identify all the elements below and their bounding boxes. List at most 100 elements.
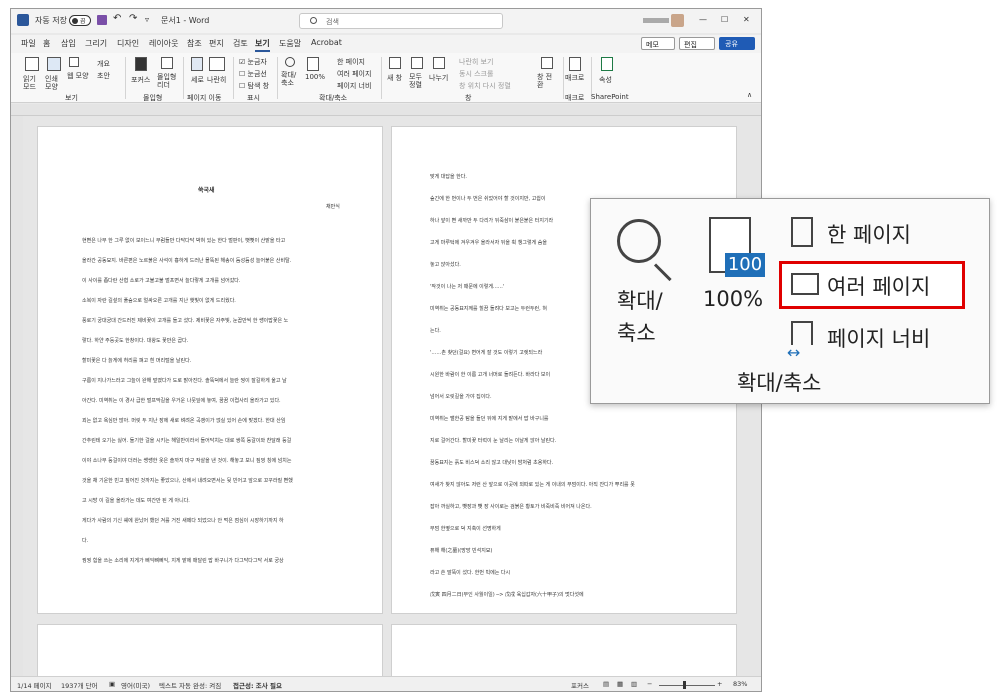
tab-help[interactable]: 도움말	[279, 38, 301, 49]
focus-button[interactable]: 포커스	[571, 680, 589, 690]
new-window-label[interactable]: 새 창	[387, 73, 402, 83]
accessibility[interactable]: 접근성: 조사 필요	[233, 680, 282, 690]
share-button[interactable]: 공유	[719, 37, 755, 50]
tab-review[interactable]: 검토	[233, 38, 248, 49]
zoom-slider[interactable]	[659, 685, 715, 686]
reader-label[interactable]: 몰입형 리더	[157, 73, 181, 89]
tab-view[interactable]: 보기	[255, 38, 270, 52]
tab-insert[interactable]: 삽입	[61, 38, 76, 49]
focus-icon[interactable]	[135, 57, 147, 71]
tab-references[interactable]: 참조	[187, 38, 202, 49]
divider	[277, 57, 278, 99]
tab-layout[interactable]: 레이아웃	[149, 38, 178, 49]
arrange-label[interactable]: 모두 정렬	[409, 73, 427, 89]
one-page-icon[interactable]	[791, 217, 813, 247]
side-by-side-button[interactable]: 나란히 보기	[459, 57, 493, 67]
vertical-icon[interactable]	[191, 57, 203, 71]
macro-label[interactable]: 매크로	[565, 73, 584, 83]
tab-acrobat[interactable]: Acrobat	[311, 38, 342, 47]
side-icon[interactable]	[209, 57, 225, 71]
macro-icon[interactable]	[569, 57, 581, 71]
tab-mailings[interactable]: 편지	[209, 38, 224, 49]
maximize-icon[interactable]: ☐	[721, 15, 728, 24]
multi-page-label[interactable]: 여러 페이지	[827, 271, 930, 301]
edit-button[interactable]: 편집	[679, 37, 715, 50]
page-4[interactable]	[391, 624, 737, 676]
multi-page-icon[interactable]	[791, 273, 819, 295]
read-mode-icon[interactable]	[25, 57, 39, 71]
page-3[interactable]	[37, 624, 383, 676]
switch-window-label[interactable]: 창 전환	[537, 73, 557, 89]
doc-line: 미역취는 밸한공 탐을 들던 뒤에 지게 밭에서 밥 바구니를	[430, 416, 549, 422]
pct-label[interactable]: 100%	[703, 287, 763, 311]
print-layout-icon[interactable]	[47, 57, 61, 71]
sync-scroll-button[interactable]: 동시 스크롤	[459, 69, 493, 79]
pct-badge: 100	[725, 253, 765, 277]
gridlines-checkbox[interactable]: ☐ 눈금선	[239, 69, 267, 79]
reader-icon[interactable]	[161, 57, 173, 69]
pct-icon[interactable]	[307, 57, 319, 71]
redo-icon[interactable]: ↷	[129, 13, 137, 24]
sharepoint-icon[interactable]	[601, 57, 613, 71]
proofing-icon[interactable]: ▣	[109, 680, 115, 688]
autosave-toggle[interactable]: 끔	[69, 15, 91, 26]
close-icon[interactable]: ✕	[743, 15, 750, 24]
draft-button[interactable]: 초안	[97, 71, 110, 81]
zoom-percent[interactable]: 83%	[733, 680, 747, 688]
zoom-group-callout-label: 확대/축소	[737, 371, 822, 395]
one-page-button[interactable]: 한 페이지	[337, 57, 365, 67]
zoom-in-icon[interactable]: +	[717, 680, 722, 688]
web-layout-status-icon[interactable]: ▥	[631, 680, 637, 688]
properties-label[interactable]: 속성	[599, 75, 612, 85]
undo-icon[interactable]: ↶	[113, 13, 121, 24]
language[interactable]: 영어(미국)	[121, 680, 150, 690]
print-layout-label[interactable]: 인쇄 모양	[45, 75, 63, 91]
collapse-ribbon-icon[interactable]: ∧	[747, 91, 752, 99]
one-page-label[interactable]: 한 페이지	[827, 219, 911, 249]
page-width-button[interactable]: 페이지 너비	[337, 81, 371, 91]
read-mode-status-icon[interactable]: ▤	[603, 680, 609, 688]
switch-window-icon[interactable]	[541, 57, 553, 69]
text-predictions[interactable]: 텍스트 자동 완성: 켜짐	[159, 680, 221, 690]
zoom-slider-thumb[interactable]	[683, 681, 686, 689]
focus-label[interactable]: 포커스	[131, 75, 150, 85]
magnifier-icon[interactable]	[617, 219, 661, 263]
doc-line: 게다가 사람의 기신 쉐에 완났어 했던 겨를 거진 새떼다 되었으나 안 먹은…	[82, 518, 284, 524]
memo-button[interactable]: 메모	[641, 37, 675, 50]
customize-qat-icon[interactable]: ▿	[145, 15, 149, 24]
zoom-label[interactable]: 확대/축소	[281, 71, 299, 87]
outline-button[interactable]: 개요	[97, 59, 110, 69]
minimize-icon[interactable]: —	[699, 15, 707, 24]
ruler-checkbox[interactable]: ☑ 눈금자	[239, 57, 267, 67]
page-1[interactable]: 쑥국새 채만식 현뻔은 나무 한 그루 없이 보이느니 무럼들만 다닥다닥 박혀…	[37, 126, 383, 614]
zoom-icon[interactable]	[285, 57, 295, 67]
side-label[interactable]: 나란히	[207, 75, 226, 85]
web-layout-icon[interactable]	[69, 57, 79, 67]
tab-home[interactable]: 홈	[43, 38, 50, 49]
multi-page-button[interactable]: 여러 페이지	[337, 69, 371, 79]
word-count[interactable]: 1937개 단어	[61, 680, 98, 690]
read-mode-label[interactable]: 읽기 모드	[23, 75, 41, 91]
zoom-callout-label[interactable]: 확대/축소	[617, 285, 677, 349]
print-layout-status-icon[interactable]: ▦	[617, 680, 623, 688]
split-label[interactable]: 나누기	[429, 73, 448, 83]
page-width-icon[interactable]	[791, 321, 813, 345]
arrange-icon[interactable]	[411, 57, 423, 69]
pct-label[interactable]: 100%	[305, 73, 325, 81]
page-width-label[interactable]: 페이지 너비	[827, 323, 930, 353]
page-count[interactable]: 1/14 페이지	[17, 680, 52, 690]
tab-draw[interactable]: 그리기	[85, 38, 107, 49]
reset-window-button[interactable]: 창 위치 다시 정렬	[459, 81, 511, 91]
save-icon[interactable]	[97, 15, 107, 25]
account-name[interactable]	[643, 18, 669, 23]
search-box[interactable]: 검색	[299, 13, 503, 29]
new-window-icon[interactable]	[389, 57, 401, 69]
avatar[interactable]	[671, 14, 684, 27]
zoom-out-icon[interactable]: −	[647, 680, 652, 688]
web-layout-label[interactable]: 웹 모양	[67, 71, 89, 81]
tab-file[interactable]: 파일	[21, 38, 36, 49]
nav-checkbox[interactable]: ☐ 탐색 창	[239, 81, 269, 91]
vertical-label[interactable]: 세로	[191, 75, 204, 85]
split-icon[interactable]	[433, 57, 445, 69]
tab-design[interactable]: 디자인	[117, 38, 139, 49]
